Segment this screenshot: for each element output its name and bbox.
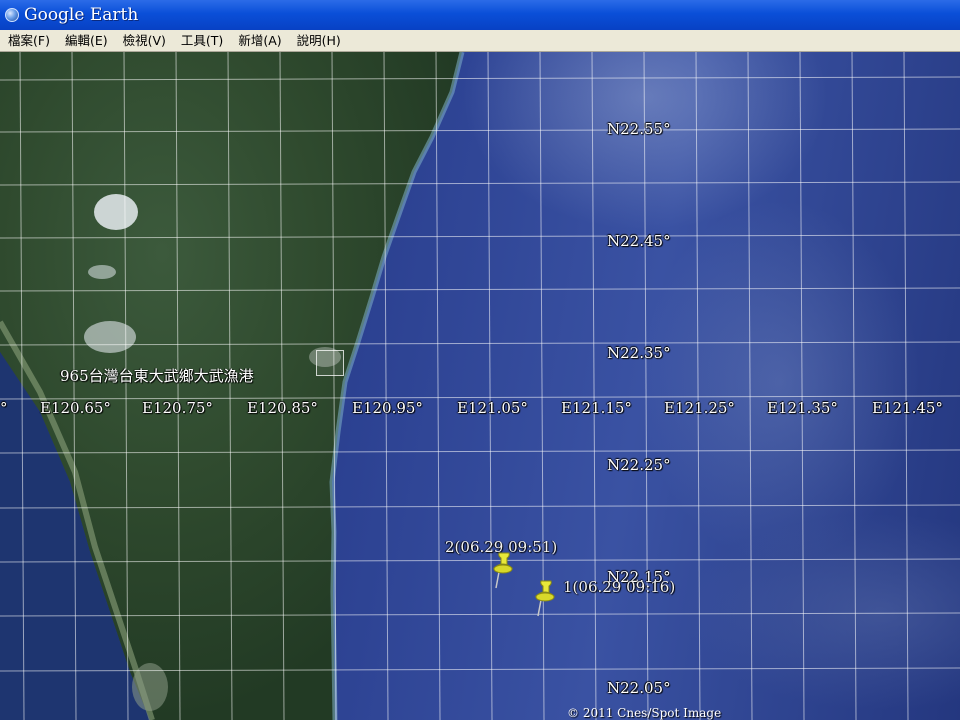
place-marker-icon[interactable] (316, 350, 344, 376)
lon-label: E121.05° (457, 399, 528, 417)
lon-label: E120.95° (352, 399, 423, 417)
pushpin-icon[interactable] (532, 578, 558, 618)
lon-label: E121.35° (767, 399, 838, 417)
menu-add[interactable]: 新增(A) (230, 30, 288, 52)
menu-edit[interactable]: 編輯(E) (57, 30, 115, 52)
lat-label: N22.45° (607, 232, 671, 250)
google-earth-app-icon (5, 8, 19, 22)
title-bar[interactable]: Google Earth (0, 0, 960, 30)
lon-label: E120.85° (247, 399, 318, 417)
lon-label: E120.65° (40, 399, 111, 417)
menu-tools[interactable]: 工具(T) (173, 30, 230, 52)
lat-label: N22.05° (607, 679, 671, 697)
menu-bar: 檔案(F) 編輯(E) 檢視(V) 工具(T) 新增(A) 說明(H) (0, 30, 960, 52)
menu-help[interactable]: 說明(H) (289, 30, 348, 52)
menu-view[interactable]: 檢視(V) (115, 30, 173, 52)
imagery-copyright: © 2011 Cnes/Spot Image (567, 706, 722, 720)
lat-label: N22.35° (607, 344, 671, 362)
lon-label: E121.15° (561, 399, 632, 417)
lon-label: E121.45° (872, 399, 943, 417)
pushpin-icon[interactable] (490, 550, 516, 590)
lon-label-partial: ° (0, 399, 8, 417)
lat-label: N22.55° (607, 120, 671, 138)
place-label[interactable]: 965台灣台東大武鄉大武漁港 (60, 365, 254, 386)
window-title: Google Earth (24, 5, 139, 25)
placemark-label[interactable]: 1(06.29 09:16) (563, 578, 675, 596)
lon-label: E121.25° (664, 399, 735, 417)
lat-label: N22.25° (607, 456, 671, 474)
map-view[interactable]: ° E120.65° E120.75° E120.85° E120.95° E1… (0, 52, 960, 720)
lat-lon-grid (0, 52, 960, 720)
menu-file[interactable]: 檔案(F) (0, 30, 57, 52)
lon-label: E120.75° (142, 399, 213, 417)
